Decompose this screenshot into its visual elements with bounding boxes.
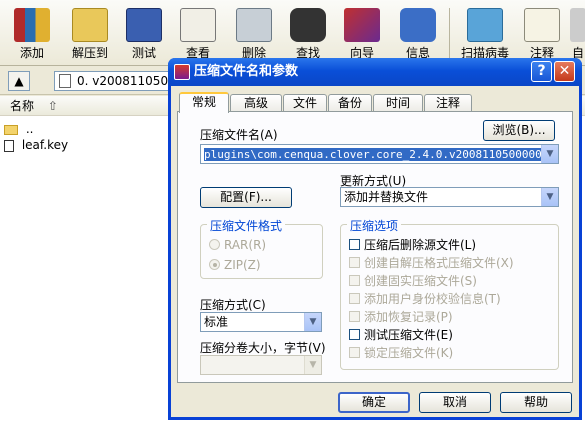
- lock-archive-checkbox[interactable]: 锁定压缩文件(K): [349, 344, 453, 361]
- books-add-icon: [14, 8, 50, 42]
- comment-button[interactable]: 注释: [516, 4, 568, 64]
- help-caption-button[interactable]: ?: [531, 61, 552, 82]
- info-button[interactable]: 信息: [392, 4, 444, 64]
- list-item[interactable]: leaf.key: [4, 136, 68, 154]
- close-icon: ✕: [558, 63, 571, 79]
- tab-backup[interactable]: 备份: [328, 94, 372, 112]
- view-glasses-icon: [180, 8, 216, 42]
- archive-name-value: plugins\com.cenqua.clover.core_2.4.0.v20…: [204, 148, 558, 161]
- method-value: 标准: [204, 315, 229, 329]
- profiles-button[interactable]: 配置(F)...: [200, 187, 292, 208]
- comment-pencil-icon: [524, 8, 560, 42]
- tab-general[interactable]: 常规: [179, 92, 229, 113]
- up-arrow-icon: ▲: [14, 74, 24, 88]
- info-icon: [400, 8, 436, 42]
- extract-to-button[interactable]: 解压到: [64, 4, 116, 64]
- format-group-title: 压缩文件格式: [207, 217, 286, 234]
- checkbox-icon: [349, 239, 360, 250]
- dropdown-arrow-icon: ▼: [541, 188, 558, 206]
- file-icon: [4, 139, 14, 152]
- test-archive-checkbox[interactable]: 测试压缩文件(E): [349, 326, 453, 343]
- add-button[interactable]: 添加: [6, 4, 58, 64]
- up-folder-button[interactable]: ▲: [8, 71, 30, 91]
- dropdown-arrow-icon: ▼: [304, 313, 321, 331]
- dropdown-arrow-icon: ▼: [304, 356, 321, 374]
- dialog-titlebar[interactable]: 压缩文件名和参数 ? ✕: [168, 58, 582, 86]
- archive-name-dialog: 压缩文件名和参数 ? ✕ 常规 高级 文件 备份 时间 注释 压缩文件名(A) …: [168, 58, 582, 420]
- help-button[interactable]: 帮助: [500, 392, 572, 413]
- rar-radio[interactable]: RAR(R): [209, 238, 266, 252]
- close-caption-button[interactable]: ✕: [554, 61, 575, 82]
- view-button[interactable]: 查看: [172, 4, 224, 64]
- sfx-button[interactable]: 自: [568, 4, 585, 64]
- tab-time[interactable]: 时间: [373, 94, 423, 112]
- archive-file-icon: [59, 74, 71, 88]
- checkbox-icon: [349, 329, 360, 340]
- ok-button[interactable]: 确定: [338, 392, 410, 413]
- zip-radio[interactable]: ZIP(Z): [209, 258, 261, 272]
- volume-size-combo[interactable]: ▼: [200, 355, 322, 375]
- cancel-button[interactable]: 取消: [419, 392, 491, 413]
- winrar-app-icon: [174, 64, 190, 80]
- delete-recycle-icon: [236, 8, 272, 42]
- main-toolbar: 添加 解压到 测试 查看 删除 查找 向导 信息 扫描病毒 注释 自: [0, 0, 585, 66]
- options-group-title: 压缩选项: [347, 217, 402, 234]
- tab-advanced[interactable]: 高级: [230, 94, 282, 112]
- test-check-icon: [126, 8, 162, 42]
- create-solid-checkbox[interactable]: 创建固实压缩文件(S): [349, 272, 477, 289]
- checkbox-icon: [349, 293, 360, 304]
- virus-scan-icon: [467, 8, 503, 42]
- method-select[interactable]: 标准 ▼: [200, 312, 322, 332]
- dialog-title: 压缩文件名和参数: [194, 64, 299, 79]
- checkbox-icon: [349, 347, 360, 358]
- find-binoculars-icon: [290, 8, 326, 42]
- find-button[interactable]: 查找: [282, 4, 334, 64]
- sort-up-icon: ⇧: [47, 99, 58, 113]
- test-button[interactable]: 测试: [118, 4, 170, 64]
- options-group: 压缩选项 压缩后删除源文件(L) 创建自解压格式压缩文件(X) 创建固实压缩文件…: [340, 217, 559, 370]
- extract-folder-icon: [72, 8, 108, 42]
- delete-button[interactable]: 删除: [228, 4, 280, 64]
- tab-files[interactable]: 文件: [283, 94, 327, 112]
- question-mark-icon: ?: [537, 63, 546, 79]
- delete-after-checkbox[interactable]: 压缩后删除源文件(L): [349, 236, 476, 253]
- dropdown-arrow-icon: ▼: [541, 145, 558, 163]
- archive-name-combo[interactable]: plugins\com.cenqua.clover.core_2.4.0.v20…: [200, 144, 559, 164]
- format-group: 压缩文件格式 RAR(R) ZIP(Z): [200, 217, 323, 279]
- folder-up-icon: [4, 124, 18, 135]
- general-tab-panel: 压缩文件名(A) 浏览(B)... plugins\com.cenqua.clo…: [177, 111, 573, 383]
- add-auth-checkbox[interactable]: 添加用户身份校验信息(T): [349, 290, 501, 307]
- update-mode-value: 添加并替换文件: [344, 190, 429, 204]
- checkbox-icon: [349, 275, 360, 286]
- volume-size-label: 压缩分卷大小，字节(V): [200, 341, 326, 355]
- recovery-record-checkbox[interactable]: 添加恢复记录(P): [349, 308, 453, 325]
- checkbox-icon: [349, 311, 360, 322]
- address-combo[interactable]: 0. v200811050000: [54, 71, 184, 91]
- browse-button[interactable]: 浏览(B)...: [483, 120, 555, 141]
- wizard-button[interactable]: 向导: [336, 4, 388, 64]
- tab-comment[interactable]: 注释: [424, 94, 472, 112]
- radio-on-icon: [209, 259, 220, 270]
- toolbar-separator: [449, 8, 450, 58]
- wizard-icon: [344, 8, 380, 42]
- method-label: 压缩方式(C): [200, 298, 266, 312]
- update-mode-select[interactable]: 添加并替换文件 ▼: [340, 187, 559, 207]
- create-sfx-checkbox[interactable]: 创建自解压格式压缩文件(X): [349, 254, 514, 271]
- virus-scan-button[interactable]: 扫描病毒: [456, 4, 514, 64]
- radio-off-icon: [209, 239, 220, 250]
- archive-name-label: 压缩文件名(A): [200, 128, 278, 142]
- checkbox-icon: [349, 257, 360, 268]
- sfx-icon: [570, 8, 585, 42]
